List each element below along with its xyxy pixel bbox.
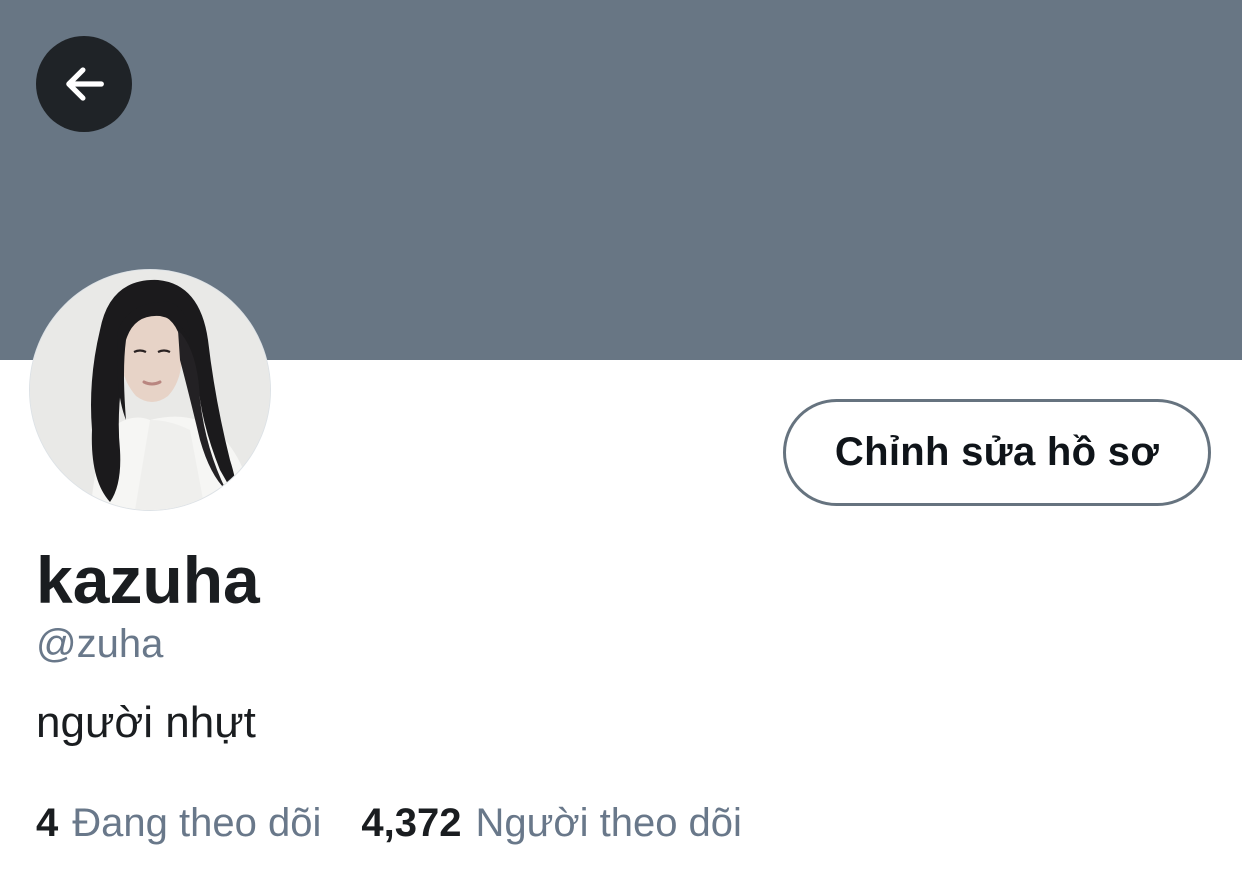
followers-stat[interactable]: 4,372 Người theo dõi (361, 798, 742, 848)
edit-profile-button[interactable]: Chỉnh sửa hồ sơ (783, 399, 1211, 506)
profile-page: Chỉnh sửa hồ sơ kazuha @zuha người nhựt … (0, 0, 1242, 891)
profile-bio: người nhựt (36, 698, 256, 747)
followers-label: Người theo dõi (475, 801, 742, 845)
avatar[interactable] (30, 270, 270, 510)
arrow-left-icon (66, 67, 104, 101)
following-stat[interactable]: 4 Đang theo dõi (36, 798, 321, 848)
user-handle: @zuha (36, 622, 164, 666)
following-label: Đang theo dõi (72, 801, 322, 845)
followers-count: 4,372 (361, 801, 462, 845)
profile-stats: 4 Đang theo dõi 4,372 Người theo dõi (36, 798, 742, 848)
back-button[interactable] (36, 36, 132, 132)
display-name: kazuha (36, 543, 260, 617)
following-count: 4 (36, 801, 59, 845)
avatar-image (30, 270, 270, 510)
